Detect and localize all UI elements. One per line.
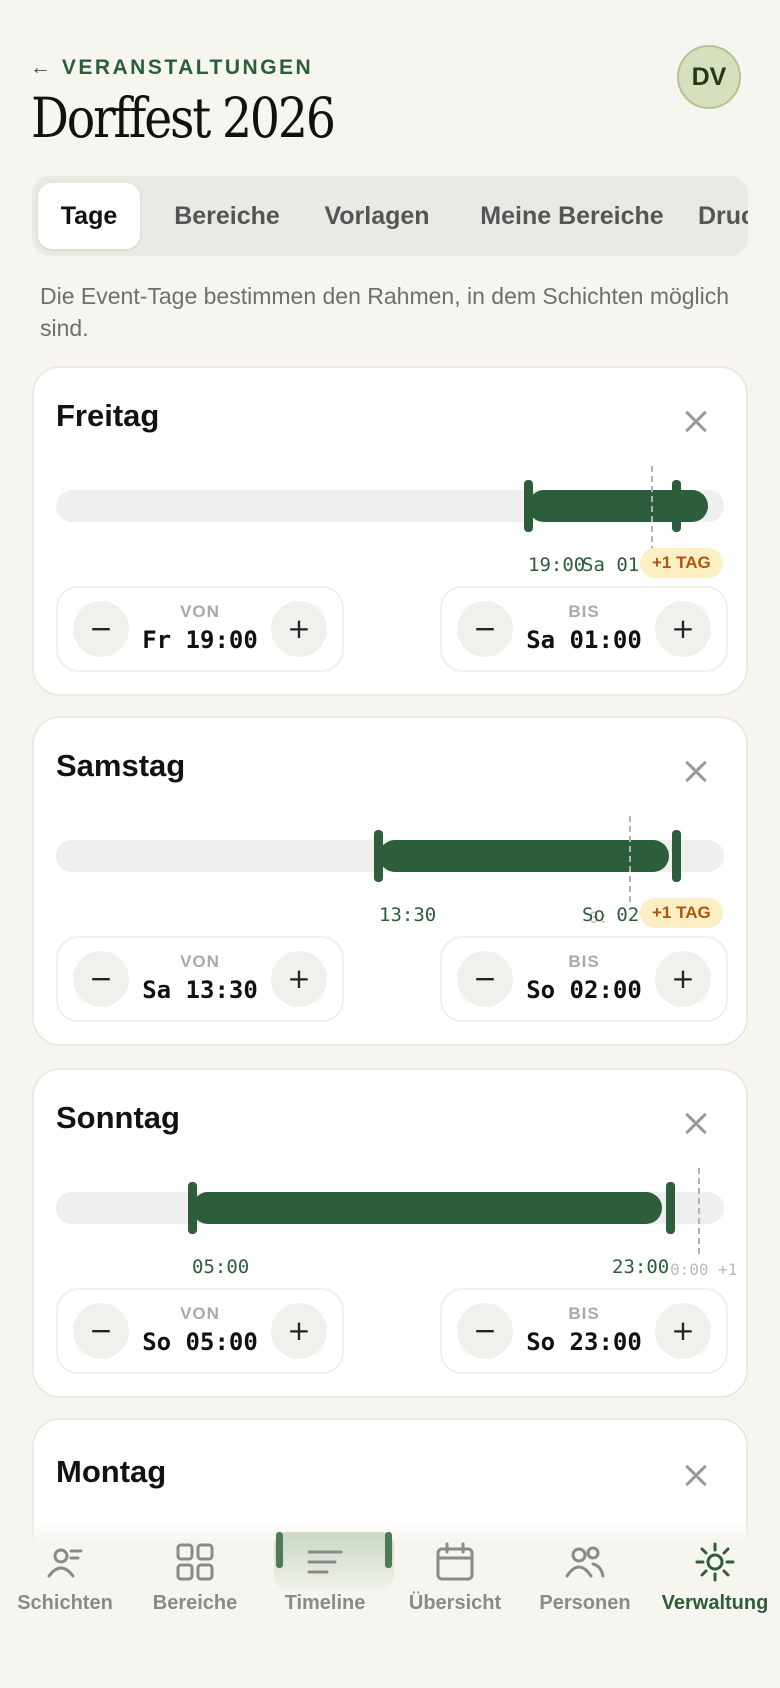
midnight-label: 0:00 +1 xyxy=(670,1260,738,1279)
increment-button[interactable]: + xyxy=(655,601,711,657)
tab-vorlagen[interactable]: Vorlagen xyxy=(302,183,452,249)
plus-day-badge: +1 TAG xyxy=(640,548,723,578)
start-time-label: 13:30 xyxy=(379,904,437,926)
increment-button[interactable]: + xyxy=(655,951,711,1007)
day-card-sonntag: Sonntag 05:00 23:00 0:00 +1 − VON So 05:… xyxy=(32,1068,748,1398)
from-stepper: − VON Fr 19:00 + xyxy=(56,586,344,672)
header: ← VERANSTALTUNGEN Dorffest 2026 DV xyxy=(0,0,780,160)
nav-label: Verwaltung xyxy=(661,1592,769,1614)
day-range-bar[interactable] xyxy=(192,1192,662,1224)
close-icon[interactable] xyxy=(684,408,712,436)
day-card-samstag: Samstag 13:30 0: So 02 +1 TAG − VON Sa 1… xyxy=(32,716,748,1046)
to-stepper: − BIS So 02:00 + xyxy=(440,936,728,1022)
end-handle[interactable] xyxy=(666,1182,675,1234)
end-time-label: So 02 xyxy=(582,904,640,926)
to-stepper: − BIS So 23:00 + xyxy=(440,1288,728,1374)
nav-item-bereiche[interactable]: Bereiche xyxy=(130,1542,260,1632)
increment-button[interactable]: + xyxy=(271,951,327,1007)
avatar[interactable]: DV xyxy=(677,45,741,109)
page-title: Dorffest 2026 xyxy=(31,86,336,150)
tab-meine-bereiche[interactable]: Meine Bereiche xyxy=(452,183,692,249)
nav-label: Personen xyxy=(539,1592,631,1614)
increment-button[interactable]: + xyxy=(271,601,327,657)
plus-day-badge: +1 TAG xyxy=(640,898,723,928)
increment-button[interactable]: + xyxy=(655,1303,711,1359)
end-time-label: 23:00 xyxy=(612,1256,670,1278)
day-range-bar[interactable] xyxy=(379,840,669,872)
day-title: Sonntag xyxy=(56,1100,180,1135)
start-handle[interactable] xyxy=(524,480,533,532)
midnight-marker xyxy=(651,466,653,552)
tab-druck[interactable]: Druc xyxy=(698,183,748,249)
nav-item-verwaltung[interactable]: Verwaltung xyxy=(650,1542,780,1632)
day-card-freitag: Freitag 19:00 Sa 01 00 +1 TAG − VON Fr 1… xyxy=(32,366,748,696)
from-stepper: − VON So 05:00 + xyxy=(56,1288,344,1374)
start-handle[interactable] xyxy=(188,1182,197,1234)
intro-text: Die Event-Tage bestimmen den Rahmen, in … xyxy=(40,283,730,341)
people-icon xyxy=(565,1546,605,1578)
to-stepper: − BIS Sa 01:00 + xyxy=(440,586,728,672)
midnight-marker xyxy=(698,1168,700,1254)
nav-label: Bereiche xyxy=(152,1592,238,1614)
day-title: Samstag xyxy=(56,748,186,783)
nav-label: Timeline xyxy=(284,1592,366,1614)
calendar-icon xyxy=(436,1542,474,1581)
tab-bar: Tage Bereiche Vorlagen Meine Bereiche Dr… xyxy=(32,176,748,256)
from-stepper: − VON Sa 13:30 + xyxy=(56,936,344,1022)
day-range-bar[interactable] xyxy=(528,490,708,522)
nav-item-schichten[interactable]: Schichten xyxy=(0,1542,130,1632)
midnight-marker xyxy=(629,816,631,902)
end-time-label: Sa 01 xyxy=(582,554,640,576)
nav-label: Übersicht xyxy=(408,1592,502,1614)
nav-item-personen[interactable]: Personen xyxy=(520,1542,650,1632)
tab-bereiche[interactable]: Bereiche xyxy=(152,183,302,249)
timeline-icon xyxy=(307,1550,343,1574)
day-title: Montag xyxy=(56,1454,167,1489)
shifts-icon xyxy=(47,1548,83,1578)
increment-button[interactable]: + xyxy=(271,1303,327,1359)
gear-icon xyxy=(695,1542,735,1582)
nav-label: Schichten xyxy=(17,1592,113,1614)
end-handle[interactable] xyxy=(672,480,681,532)
back-link[interactable]: ← VERANSTALTUNGEN xyxy=(30,56,313,80)
start-handle[interactable] xyxy=(374,830,383,882)
day-title: Freitag xyxy=(56,398,160,433)
tab-tage[interactable]: Tage xyxy=(38,183,140,249)
close-icon[interactable] xyxy=(684,1462,712,1490)
nav-item-uebersicht[interactable]: Übersicht xyxy=(390,1542,520,1632)
close-icon[interactable] xyxy=(684,758,712,786)
start-time-label: 05:00 xyxy=(192,1256,250,1278)
end-handle[interactable] xyxy=(672,830,681,882)
grid-icon xyxy=(176,1543,214,1581)
start-time-label: 19:00 xyxy=(528,554,586,576)
close-icon[interactable] xyxy=(684,1110,712,1138)
nav-item-timeline[interactable]: Timeline xyxy=(260,1542,390,1632)
